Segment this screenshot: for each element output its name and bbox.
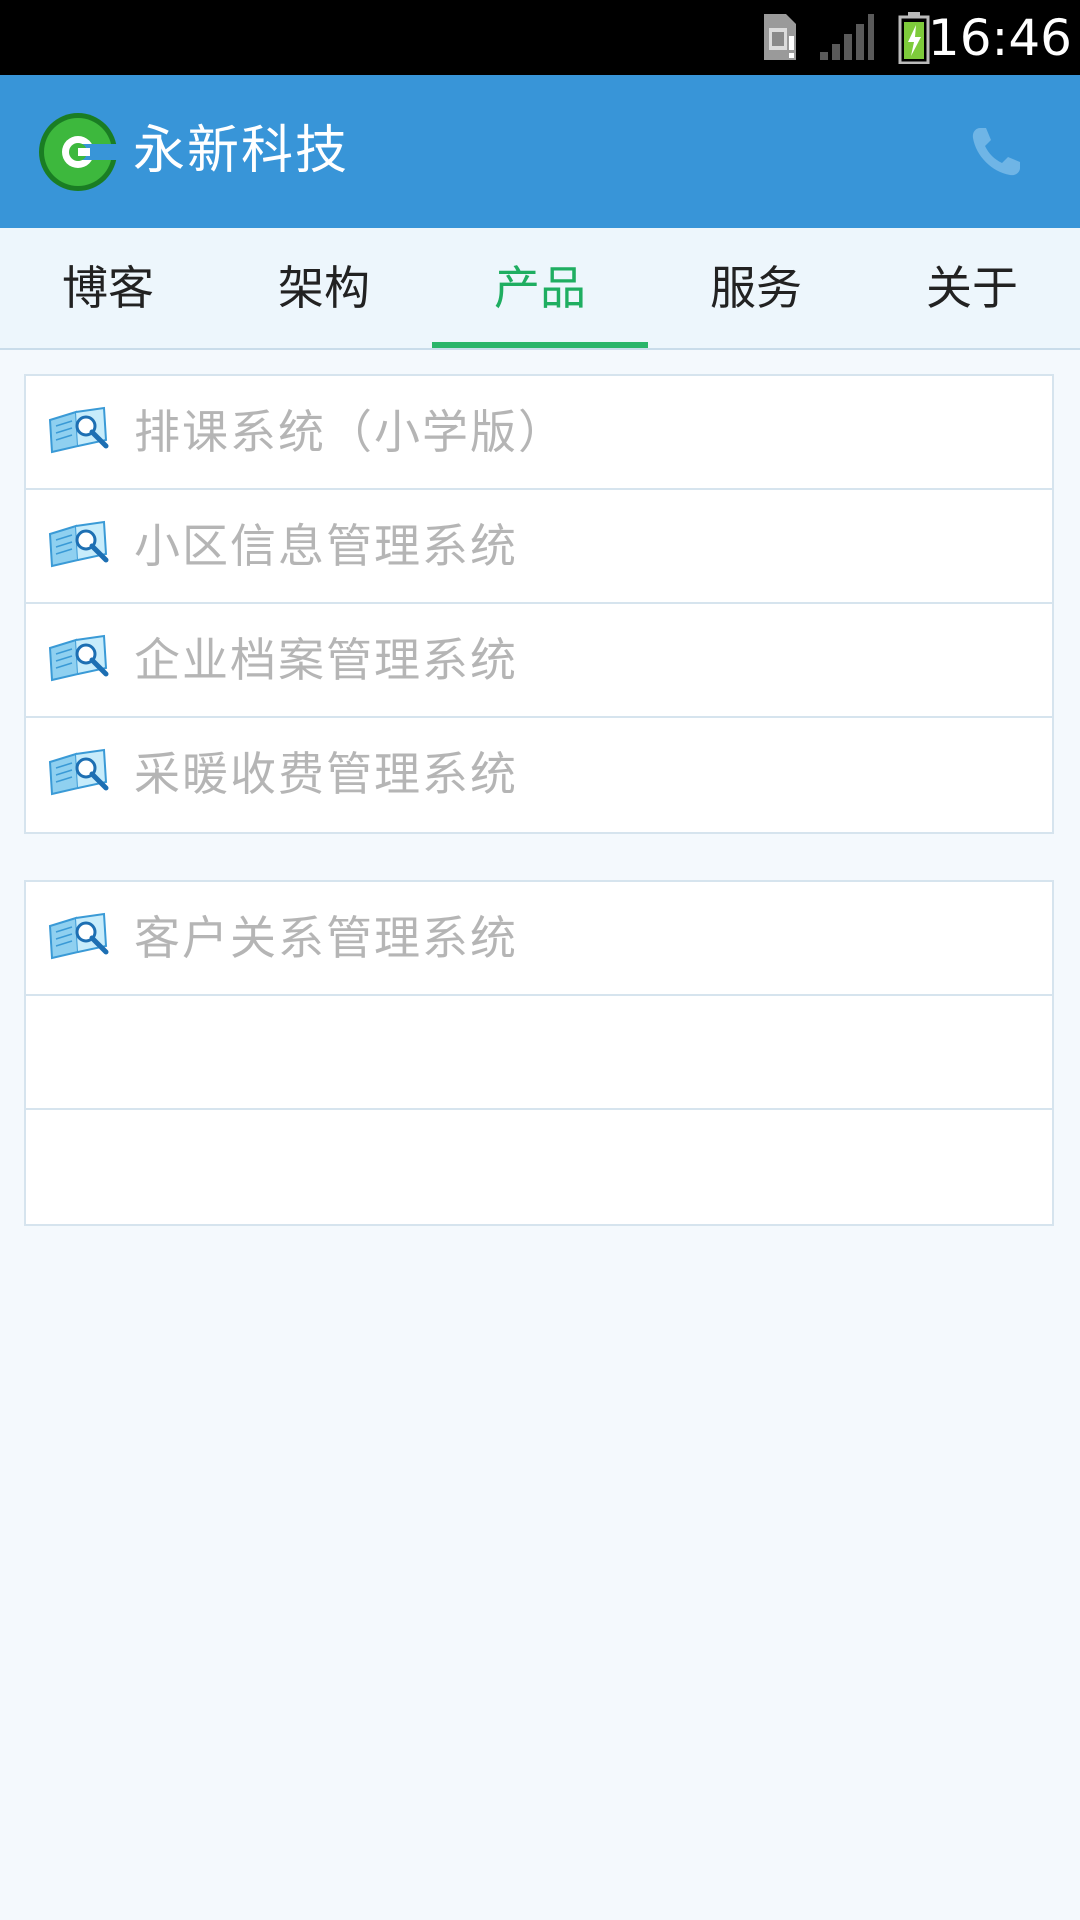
list-item-label: 企业档案管理系统 <box>134 633 518 687</box>
list-item[interactable]: 排课系统（小学版） <box>26 376 1052 490</box>
app-title: 永新科技 <box>133 121 350 181</box>
list-item[interactable]: 企业档案管理系统 <box>26 604 1052 718</box>
tab-architecture[interactable]: 架构 <box>216 228 432 348</box>
list-item-empty[interactable] <box>26 1110 1052 1224</box>
list-item-empty[interactable] <box>26 996 1052 1110</box>
signal-icon <box>820 14 874 60</box>
list-item[interactable]: 小区信息管理系统 <box>26 490 1052 604</box>
status-bar: 16:46 <box>0 0 1080 75</box>
tab-blog[interactable]: 博客 <box>0 228 216 348</box>
book-search-icon <box>48 406 110 456</box>
list-item[interactable]: 采暖收费管理系统 <box>26 718 1052 832</box>
phone-icon[interactable] <box>966 122 1026 182</box>
app-bar: 永新科技 <box>0 75 1080 228</box>
list-item-label: 客户关系管理系统 <box>134 911 518 965</box>
status-time: 16:46 <box>927 9 1072 67</box>
tab-about[interactable]: 关于 <box>864 228 1080 348</box>
tab-services[interactable]: 服务 <box>648 228 864 348</box>
book-search-icon <box>48 520 110 570</box>
sim-card-alert-icon <box>764 14 796 60</box>
list-item-label: 小区信息管理系统 <box>134 519 518 573</box>
active-tab-indicator <box>432 342 648 348</box>
list-item-label: 排课系统（小学版） <box>134 405 566 459</box>
list-item-label: 采暖收费管理系统 <box>134 747 518 801</box>
tab-products[interactable]: 产品 <box>432 228 648 348</box>
list-item[interactable]: 客户关系管理系统 <box>26 882 1052 996</box>
c-logo-icon <box>39 113 120 191</box>
product-list-group-2: 客户关系管理系统 <box>24 880 1054 1226</box>
product-list-group-1: 排课系统（小学版） 小区信息管理系统 企业档案管理系统 采暖收费管理系统 <box>24 374 1054 834</box>
tab-bar: 博客 架构 产品 服务 关于 <box>0 228 1080 350</box>
book-search-icon <box>48 634 110 684</box>
book-search-icon <box>48 912 110 962</box>
battery-charging-icon <box>898 12 930 64</box>
book-search-icon <box>48 748 110 798</box>
